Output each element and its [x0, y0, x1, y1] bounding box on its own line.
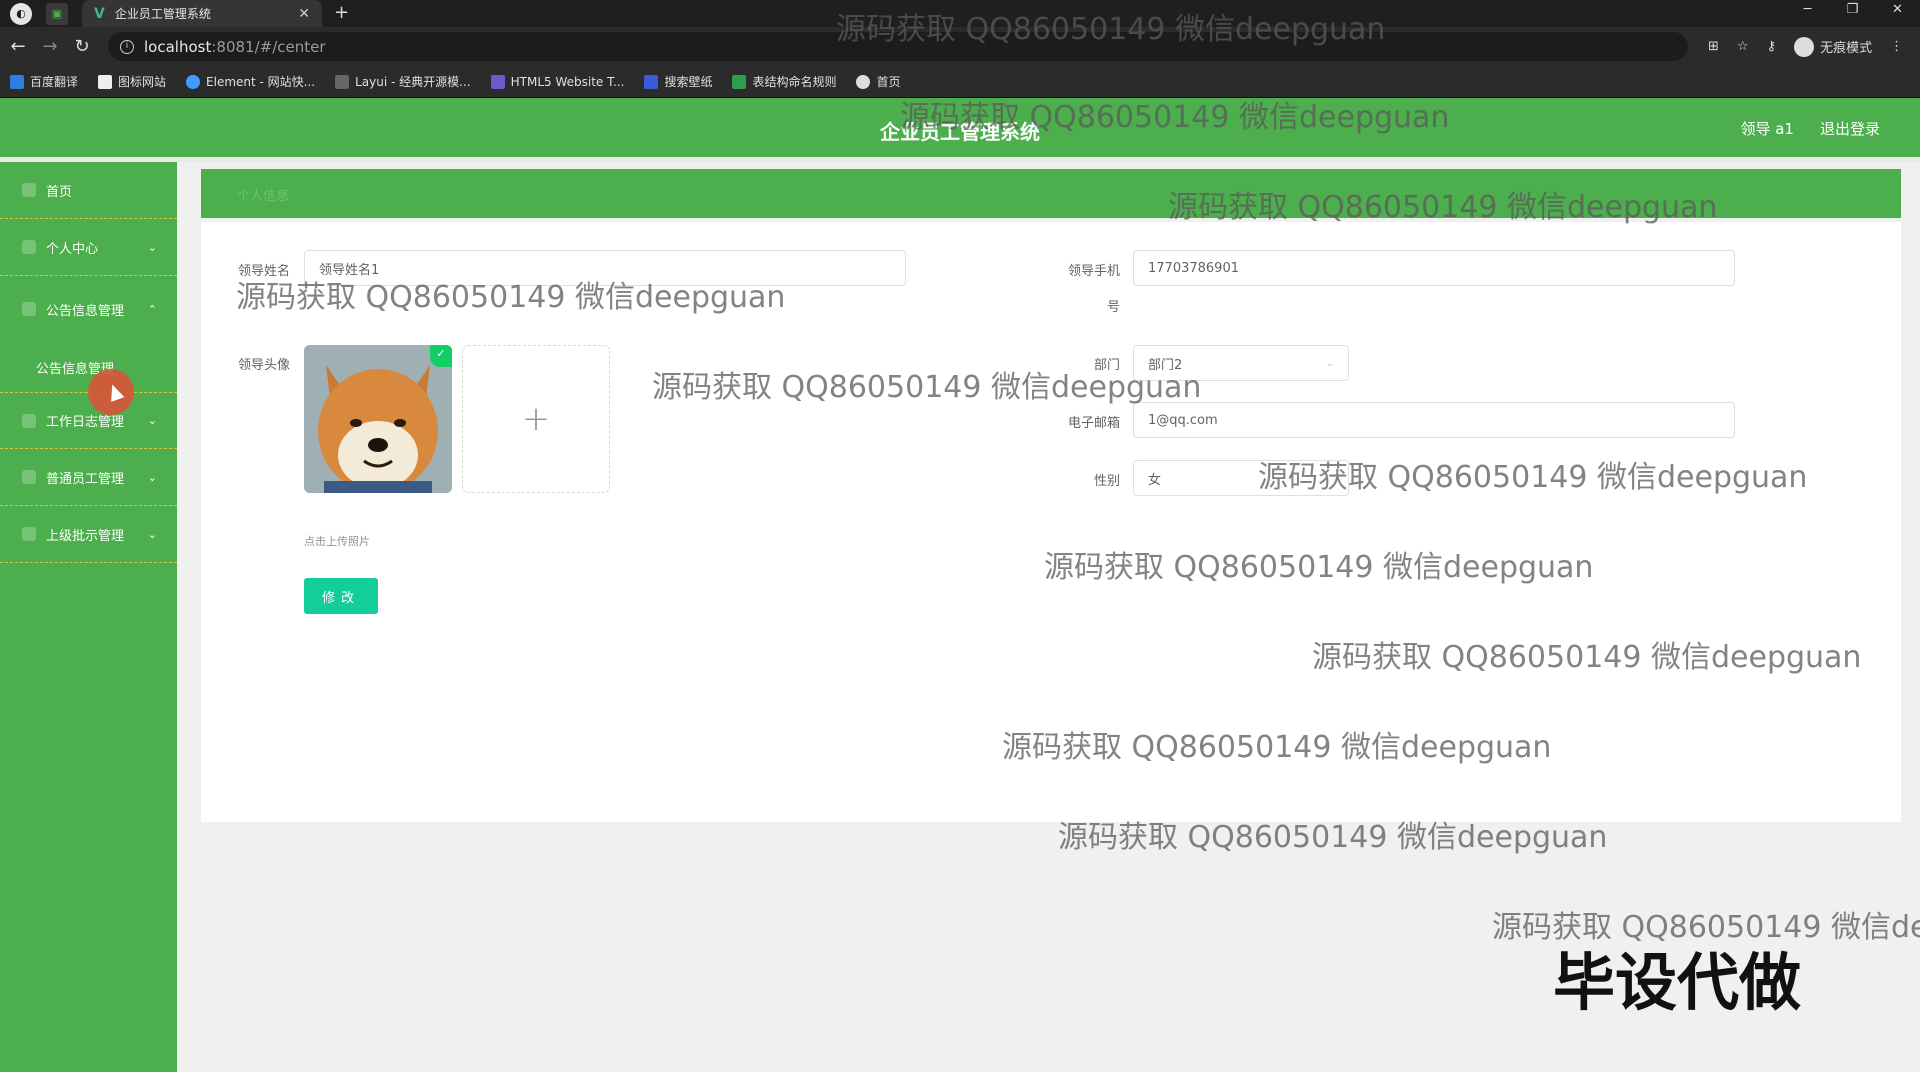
forward-icon[interactable]: → — [34, 36, 66, 57]
bookmark-item[interactable]: 搜索壁纸 — [644, 73, 712, 90]
close-window-icon[interactable]: ✕ — [1875, 0, 1920, 27]
minimize-icon[interactable]: ─ — [1785, 0, 1830, 27]
notice-icon — [22, 302, 36, 316]
tab-title: 企业员工管理系统 — [114, 7, 211, 21]
chevron-down-icon: ⌄ — [147, 240, 157, 254]
site-info-icon[interactable]: i — [120, 39, 134, 54]
html5-bookmark-icon — [490, 74, 505, 89]
shiba-dog-photo — [304, 345, 452, 493]
current-user: 领导 a1 — [1740, 120, 1794, 138]
element-bookmark-icon — [186, 74, 201, 89]
uploaded-check-icon: ✓ — [430, 345, 452, 367]
bookmark-item[interactable]: 表结构命名规则 — [732, 73, 836, 90]
reload-icon[interactable]: ↻ — [66, 36, 98, 57]
sidebar-item-profile[interactable]: 个人中心 ⌄ — [0, 219, 177, 276]
watermark: 源码获取 QQ86050149 微信deepguan — [1002, 730, 1552, 765]
bookmark-star-icon[interactable]: ☆ — [1737, 39, 1749, 54]
email-label: 电子邮箱 — [1067, 416, 1120, 431]
user-icon — [22, 240, 36, 254]
bookmark-item[interactable]: Layui - 经典开源模... — [335, 73, 471, 90]
watermark: 源码获取 QQ86050149 微信deepguan — [652, 370, 1202, 405]
more-menu-icon[interactable]: ⋮ — [1890, 39, 1903, 54]
new-tab-icon[interactable]: + — [334, 2, 349, 23]
plus-icon: + — [521, 399, 551, 439]
chevron-down-icon: ⌄ — [1325, 357, 1334, 369]
back-icon[interactable]: ← — [2, 36, 34, 57]
avatar-image[interactable] — [304, 345, 452, 493]
close-tab-icon[interactable]: ✕ — [298, 6, 310, 22]
gender-value: 女 — [1148, 472, 1162, 488]
tab-search-icon[interactable]: ▣ — [46, 2, 68, 25]
sidebar-item-employees[interactable]: 普通员工管理 ⌄ — [0, 449, 177, 506]
sheet-bookmark-icon — [732, 74, 747, 89]
incognito-icon — [1794, 36, 1815, 57]
sidebar-item-home[interactable]: 首页 — [0, 162, 177, 219]
watermark: 源码获取 QQ86050149 微信deepguan — [1168, 190, 1718, 225]
phone-input[interactable]: 17703786901 — [1133, 250, 1735, 286]
password-key-icon[interactable]: ⚷ — [1767, 39, 1777, 54]
avatar-label: 领导头像 — [237, 358, 290, 373]
watermark: 源码获取 QQ86050149 微信deepguan — [1312, 640, 1862, 675]
bookmark-item[interactable]: 百度翻译 — [10, 73, 78, 90]
watermark-big: 毕设代做 — [1553, 946, 1802, 1019]
restore-icon[interactable]: ❐ — [1830, 0, 1875, 27]
bookmark-item[interactable]: 首页 — [856, 73, 901, 90]
watermark: 源码获取 QQ86050149 微信deepguan — [1058, 820, 1608, 855]
watermark: 源码获取 QQ86050149 微信deepguan — [836, 12, 1386, 47]
bookmark-item[interactable]: HTML5 Website T... — [490, 74, 624, 89]
upload-photo-button[interactable]: + — [462, 345, 610, 493]
window-controls: ─ ❐ ✕ — [1785, 0, 1920, 27]
watermark: 源码获取 QQ86050149 微信deepguan — [236, 280, 786, 315]
translate-bookmark-icon — [10, 74, 24, 89]
chevron-up-icon: ⌃ — [147, 302, 157, 316]
home-icon — [22, 183, 36, 197]
email-input[interactable]: 1@qq.com — [1133, 402, 1735, 438]
people-icon — [22, 470, 36, 484]
watermark: 源码获取 QQ86050149 微信deepguan — [1258, 460, 1808, 495]
breadcrumb: 个人信息 — [237, 189, 290, 204]
sidebar-item-worklog[interactable]: 工作日志管理 ⌄ — [0, 392, 177, 449]
url-path: :8081/#/center — [211, 37, 326, 56]
flag-bookmark-icon — [98, 74, 113, 89]
layui-bookmark-icon — [335, 74, 350, 89]
wallpaper-bookmark-icon — [644, 74, 659, 89]
logout-link[interactable]: 退出登录 — [1820, 118, 1880, 139]
globe-bookmark-icon — [856, 74, 871, 89]
phone-label: 领导手机 — [1067, 264, 1120, 279]
chevron-down-icon: ⌄ — [147, 527, 157, 541]
bookmark-item[interactable]: 图标网站 — [98, 73, 166, 90]
submit-edit-button[interactable]: 修改 — [304, 578, 378, 614]
browser-menu-icon[interactable]: ◐ — [10, 2, 32, 25]
chevron-down-icon: ⌄ — [147, 414, 157, 427]
bookmark-item[interactable]: Element - 网站快... — [186, 73, 315, 90]
upload-tip: 点击上传照片 — [304, 535, 370, 548]
incognito-label: 无痕模式 — [1820, 41, 1873, 56]
document-icon — [22, 527, 36, 541]
url-host: localhost — [144, 37, 212, 56]
watermark: 源码获取 QQ86050149 微信deepguan — [1044, 550, 1594, 585]
browser-tab-active[interactable]: V 企业员工管理系统 ✕ — [82, 0, 322, 27]
phone-label-wrap: 号 — [1106, 300, 1120, 315]
translate-icon[interactable]: ⊞ — [1708, 39, 1719, 54]
chevron-down-icon: ⌄ — [147, 470, 157, 484]
sidebar-item-notice[interactable]: 公告信息管理 ⌃ — [0, 276, 177, 342]
vue-logo-icon: V — [94, 5, 105, 22]
sidebar: 首页 个人中心 ⌄ 公告信息管理 ⌃ 公告信息管理 工作日志管理 ⌄ 普通员工管… — [0, 162, 177, 1072]
watermark: 源码获取 QQ86050149 微信deepguan — [900, 100, 1450, 135]
gender-label: 性别 — [1093, 474, 1120, 489]
incognito-indicator[interactable]: 无痕模式 — [1794, 36, 1873, 57]
log-icon — [22, 413, 36, 428]
sidebar-item-instructions[interactable]: 上级批示管理 ⌄ — [0, 506, 177, 563]
